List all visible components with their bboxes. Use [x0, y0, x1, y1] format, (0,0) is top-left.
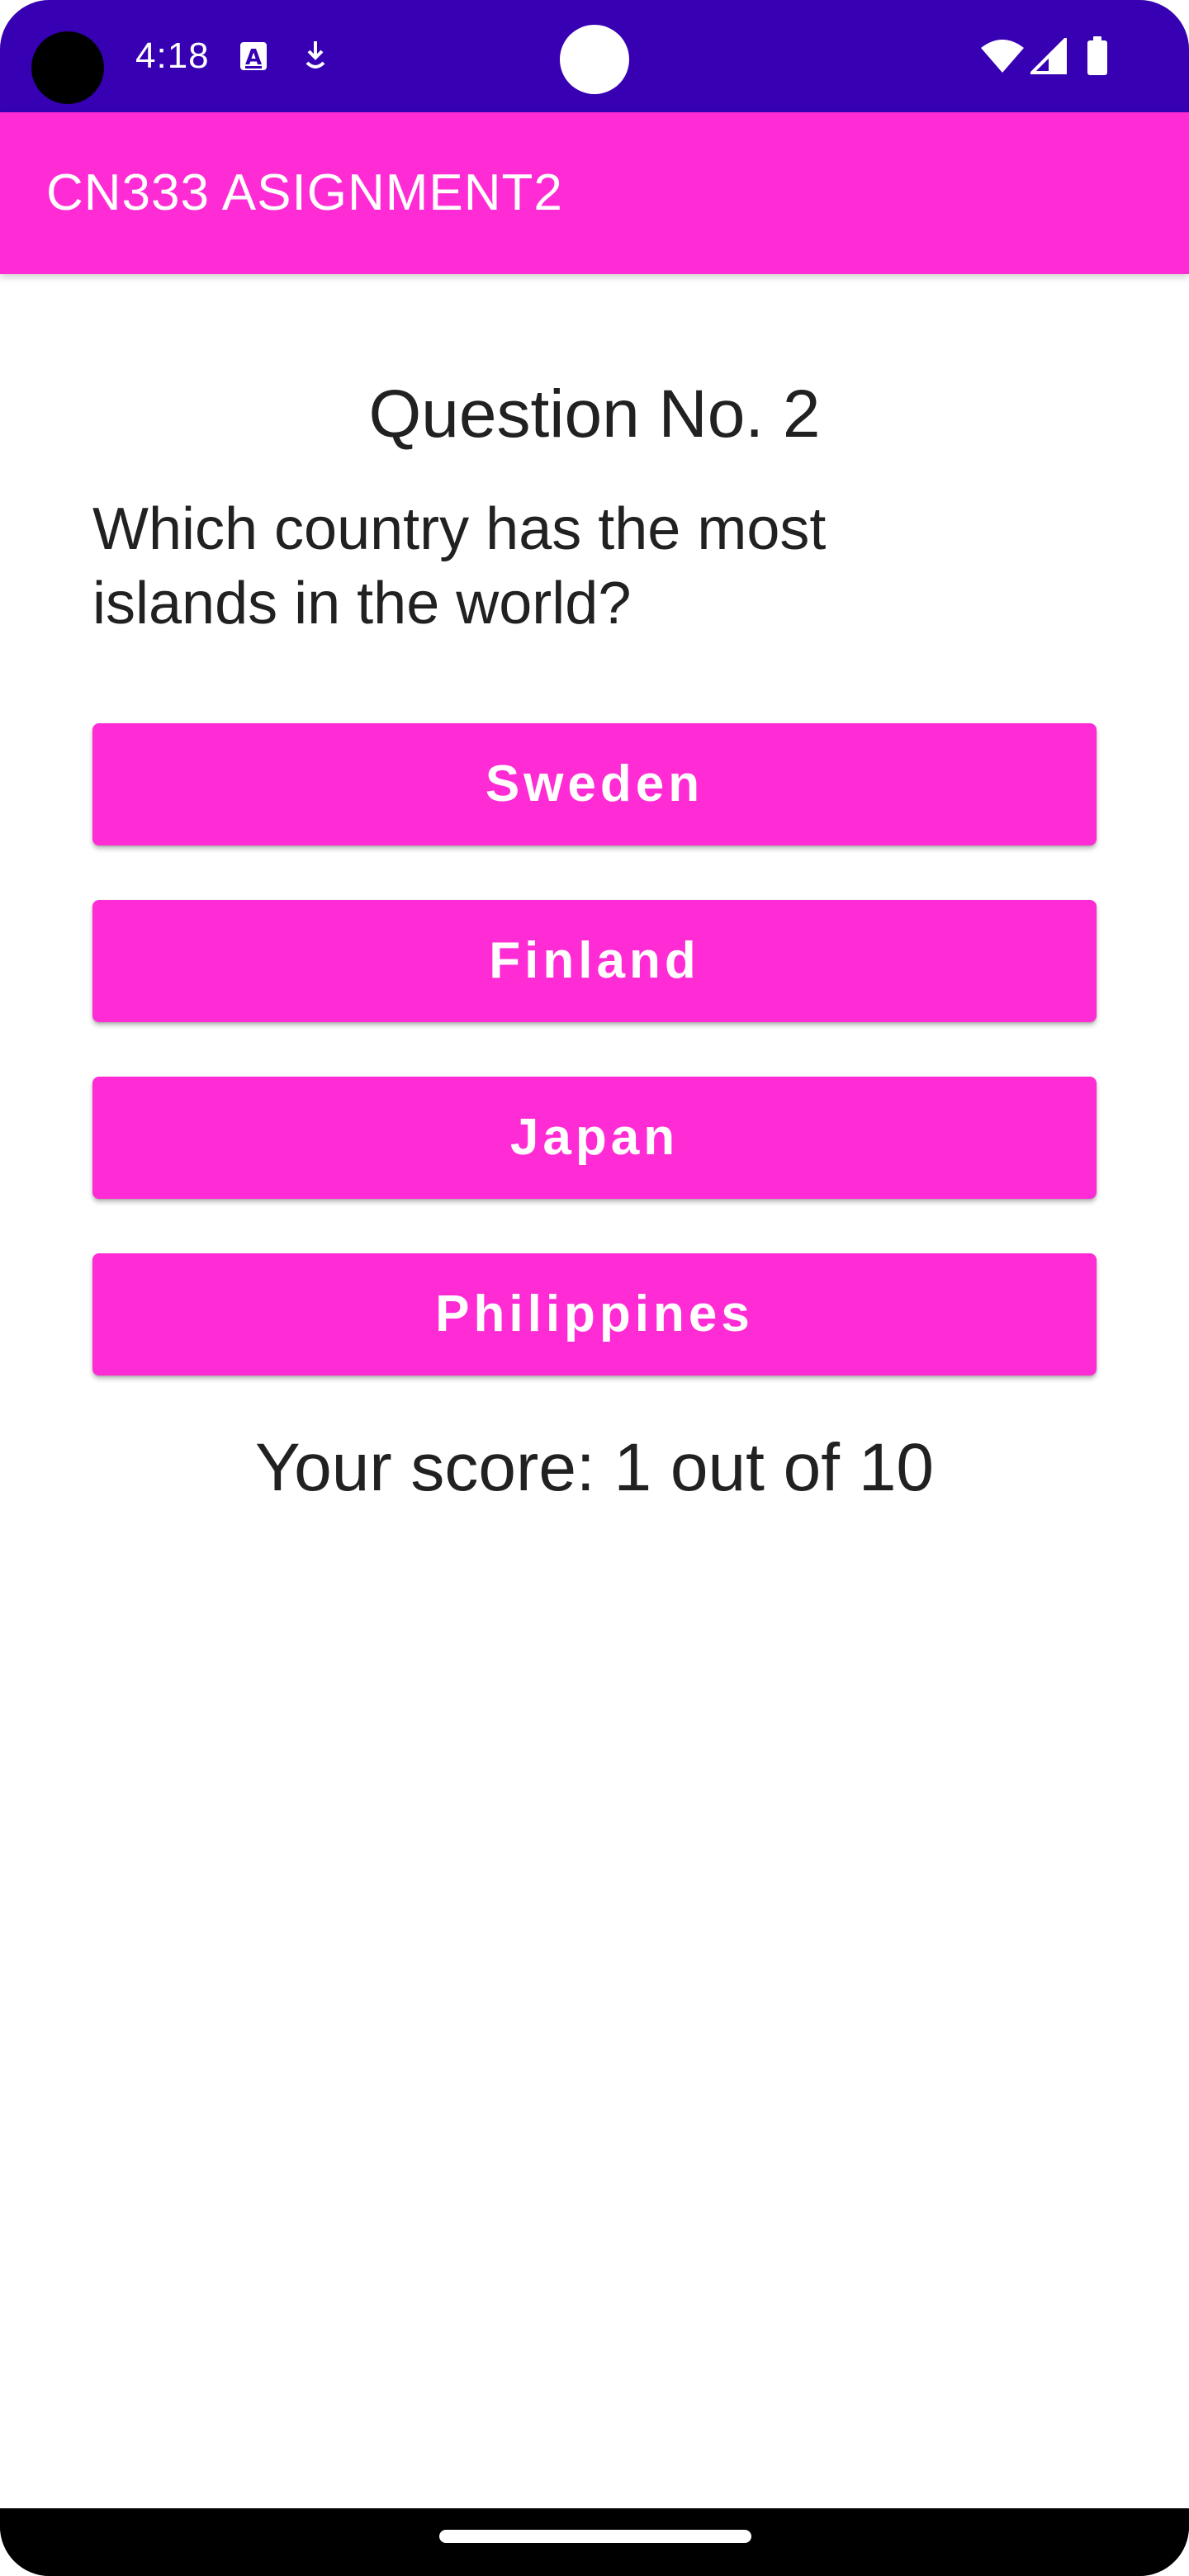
- question-text: Which country has the most islands in th…: [92, 496, 827, 637]
- status-bar: 4:18 A: [0, 0, 1189, 112]
- home-gesture-handle[interactable]: [439, 2530, 751, 2543]
- app-bar: CN333 ASIGNMENT2: [0, 112, 1189, 274]
- a11y-a-icon: A: [239, 41, 268, 75]
- device-screen: 4:18 A CN333 ASIGNMENT2 Question No. 2 W…: [0, 0, 1189, 2576]
- cell-signal-icon: [1028, 36, 1067, 78]
- score-text: Your score: 1 out of 10: [254, 1430, 935, 1505]
- app-title: CN333 ASIGNMENT2: [46, 164, 563, 221]
- front-camera-dot: [560, 25, 629, 94]
- answer-button-2[interactable]: Finland: [92, 900, 1097, 1022]
- battery-icon: [1087, 36, 1108, 80]
- camera-cutout: [31, 31, 104, 104]
- answer-button-1[interactable]: Sweden: [92, 723, 1097, 845]
- download-arrow-icon: [302, 40, 329, 77]
- navigation-bar: [0, 2508, 1189, 2576]
- wifi-icon: [979, 38, 1026, 78]
- answer-button-4[interactable]: Philippines: [92, 1253, 1097, 1376]
- question-number: Question No. 2: [368, 376, 821, 452]
- answer-button-3[interactable]: Japan: [92, 1077, 1097, 1199]
- status-time: 4:18: [135, 36, 210, 76]
